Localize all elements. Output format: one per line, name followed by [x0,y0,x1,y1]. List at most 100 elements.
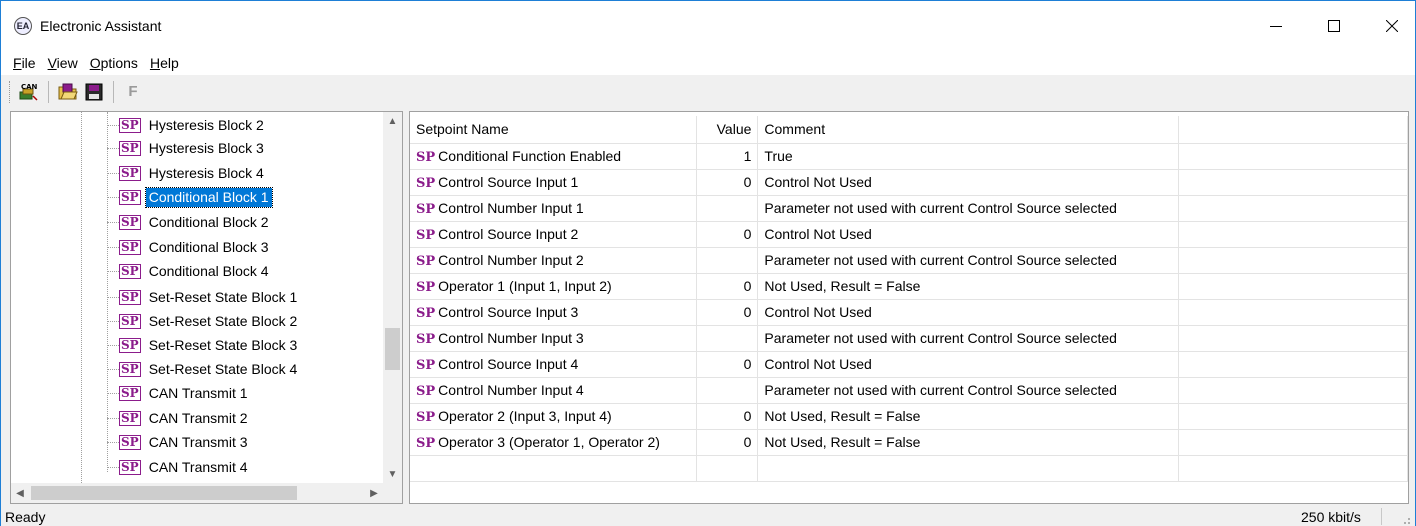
empty-cell [1178,403,1408,430]
setpoint-value-cell[interactable]: 0 [696,169,759,196]
tree-item[interactable]: SP Hysteresis Block 3 [107,137,267,160]
setpoint-tree[interactable]: SP Hysteresis Block 2 SP Hysteresis Block … [10,111,403,504]
can-connect-button[interactable]: CAN [17,80,41,104]
table-row[interactable]: SP Control Source Input 2 0 Control Not Use… [410,221,1408,248]
size-grip-icon[interactable] [1399,513,1411,525]
setpoint-value-cell[interactable] [696,195,759,222]
tree-item-label: Hysteresis Block 4 [148,165,264,181]
minimize-button[interactable] [1253,1,1299,50]
tree-item[interactable]: SP Conditional Block 4 [107,260,272,283]
setpoint-name-cell[interactable]: SP Operator 3 (Operator 1, Operator 2) [410,429,698,456]
table-row[interactable]: SP Operator 1 (Input 1, Input 2) 0 Not Used… [410,273,1408,300]
empty-cell [1178,377,1408,404]
setpoint-grid[interactable]: Setpoint Name Value Comment SP Conditiona… [409,111,1409,504]
setpoint-value-cell[interactable]: 0 [696,403,759,430]
setpoint-name-cell[interactable]: SP Control Source Input 1 [410,169,698,196]
setpoint-value-cell[interactable]: 0 [696,351,759,378]
setpoint-name-cell[interactable]: SP Operator 1 (Input 1, Input 2) [410,273,698,300]
table-row[interactable]: SP Control Source Input 4 0 Control Not Use… [410,351,1408,378]
tree-horizontal-scrollbar[interactable]: ◀ ▶ [11,483,383,503]
tree-item[interactable]: SP Set-Reset State Block 2 [107,310,300,333]
scroll-right-icon[interactable]: ▶ [365,483,383,503]
status-separator [1381,508,1382,525]
scroll-down-icon[interactable]: ▼ [383,465,402,483]
setpoint-icon: SP [416,227,436,243]
setpoint-comment-cell: Parameter not used with current Control … [757,377,1180,404]
setpoint-name-cell[interactable]: SP Control Number Input 4 [410,377,698,404]
tree-item[interactable]: SP Conditional Block 2 [107,211,272,234]
setpoint-value-cell[interactable] [696,377,759,404]
tree-item-label: Hysteresis Block 3 [148,140,264,156]
table-row[interactable]: SP Control Number Input 4 Parameter not us… [410,377,1408,404]
can-connect-icon: CAN [19,83,38,101]
tree-item[interactable]: SP Conditional Block 3 [107,236,272,259]
setpoint-icon: SP [119,290,141,305]
setpoint-value-cell[interactable] [696,325,759,352]
column-header-setpoint-name[interactable]: Setpoint Name [410,116,698,144]
table-row[interactable]: SP Control Source Input 1 0 Control Not Use… [410,169,1408,196]
flash-button[interactable]: F [121,80,145,104]
setpoint-name-cell[interactable]: SP Control Number Input 2 [410,247,698,274]
setpoint-name-cell[interactable]: SP Conditional Function Enabled [410,143,698,170]
title-bar[interactable]: EA Electronic Assistant [1,1,1415,50]
tree-item[interactable]: SP Set-Reset State Block 1 [107,286,300,309]
table-row[interactable]: SP Conditional Function Enabled 1 True [410,143,1408,170]
tree-item[interactable]: SP Hysteresis Block 4 [107,162,267,185]
scroll-left-icon[interactable]: ◀ [11,483,29,503]
setpoint-value-cell[interactable]: 0 [696,299,759,326]
menu-file[interactable]: File [7,55,42,71]
setpoint-value-cell[interactable]: 1 [696,143,759,170]
table-row[interactable]: SP Operator 3 (Operator 1, Operator 2) 0 No… [410,429,1408,456]
tree-item[interactable]: SP Hysteresis Block 2 [107,114,267,137]
setpoint-name-cell[interactable]: SP Operator 2 (Input 3, Input 4) [410,403,698,430]
menu-options-label: ptions [100,54,138,71]
scroll-up-icon[interactable]: ▲ [383,112,402,130]
setpoint-value-cell[interactable]: 0 [696,221,759,248]
tree-item[interactable]: SP Set-Reset State Block 3 [107,334,300,357]
open-setpoint-button[interactable] [56,80,80,104]
setpoint-name-cell[interactable]: SP Control Source Input 3 [410,299,698,326]
setpoint-name-cell[interactable]: SP Control Number Input 1 [410,195,698,222]
tree-item[interactable]: SP CAN Transmit 4 [107,456,251,479]
menu-options-accel: O [89,54,101,71]
setpoint-name-cell[interactable]: SP Control Source Input 4 [410,351,698,378]
tree-vertical-scrollbar[interactable]: ▲ ▼ [383,112,402,483]
empty-cell [696,455,759,482]
tree-item[interactable]: SP CAN Transmit 3 [107,431,251,454]
tree-item-selected[interactable]: SP Conditional Block 1 [107,186,273,209]
menu-view[interactable]: View [42,55,84,71]
tree-item-label: Set-Reset State Block 2 [148,313,298,329]
setpoint-value-cell[interactable]: 0 [696,429,759,456]
table-row[interactable]: SP Control Number Input 3 Parameter not us… [410,325,1408,352]
maximize-button[interactable] [1311,1,1357,50]
tree-vertical-scroll-thumb[interactable] [385,328,400,370]
menu-help[interactable]: Help [144,55,185,71]
setpoint-name-cell[interactable]: SP Control Number Input 3 [410,325,698,352]
setpoint-name: Control Source Input 4 [438,355,579,372]
minimize-icon [1270,25,1282,27]
table-row[interactable]: SP Control Number Input 1 Parameter not us… [410,195,1408,222]
setpoint-value-cell[interactable] [696,247,759,274]
close-icon [1386,19,1398,32]
tree-item[interactable]: SP Set-Reset State Block 4 [107,358,300,381]
window-title: Electronic Assistant [40,17,162,34]
table-row[interactable]: SP Control Source Input 3 0 Control Not Use… [410,299,1408,326]
table-row[interactable]: SP Operator 2 (Input 3, Input 4) 0 Not Used… [410,403,1408,430]
tree-item[interactable]: SP CAN Transmit 1 [107,382,251,405]
table-row[interactable]: SP Control Number Input 2 Parameter not us… [410,247,1408,274]
empty-cell [1178,143,1408,170]
close-button[interactable] [1369,1,1415,50]
setpoint-name-cell[interactable]: SP Control Source Input 2 [410,221,698,248]
tree-item[interactable]: SP CAN Transmit 2 [107,407,251,430]
setpoint-icon: SP [416,279,436,295]
menu-options[interactable]: Options [84,55,144,71]
setpoint-icon: SP [416,331,436,347]
save-setpoint-button[interactable] [82,80,106,104]
column-header-comment[interactable]: Comment [757,116,1180,144]
setpoint-name: Control Source Input 3 [438,303,579,320]
column-header-value[interactable]: Value [696,116,759,144]
tree-horizontal-scroll-thumb[interactable] [31,486,297,500]
setpoint-value-cell[interactable]: 0 [696,273,759,300]
setpoint-comment-cell: Parameter not used with current Control … [757,247,1180,274]
toolbar-grip[interactable] [9,80,12,103]
